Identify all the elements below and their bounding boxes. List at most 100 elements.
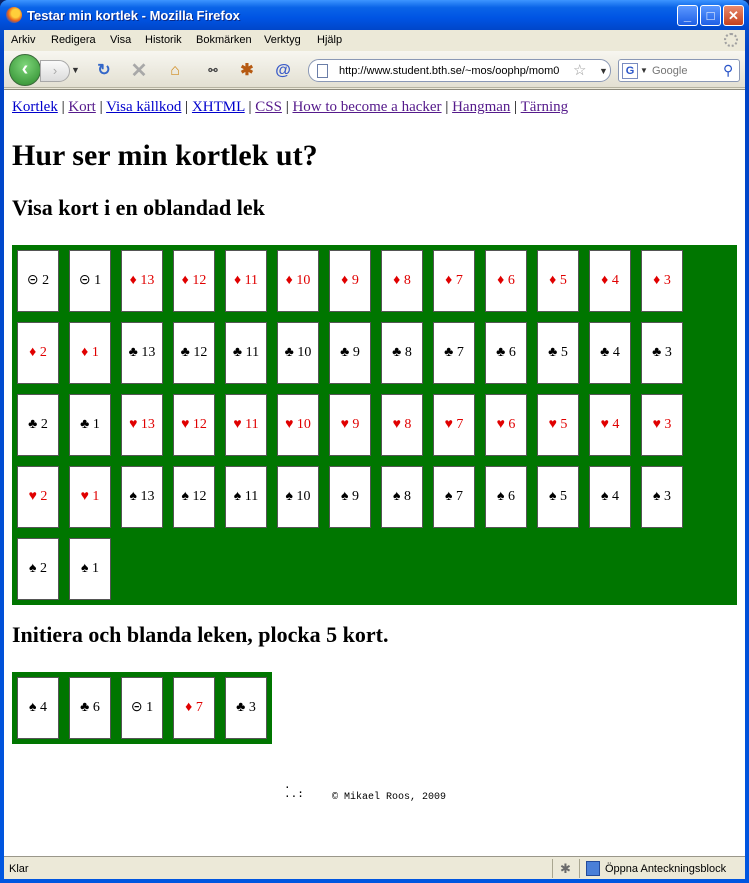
firebug-icon[interactable]: ✱ — [236, 60, 258, 82]
playing-card: ♠ 4 — [17, 677, 59, 739]
playing-card: ♠ 2 — [17, 538, 59, 600]
nav-link-kort[interactable]: Kort — [68, 99, 96, 115]
menu-historik[interactable]: Historik — [145, 34, 182, 46]
playing-card: ♣ 9 — [329, 322, 371, 384]
playing-card: ♥ 7 — [433, 394, 475, 456]
playing-card: ♠ 11 — [225, 466, 267, 528]
section-heading-unshuffled: Visa kort i en oblandad lek — [12, 195, 265, 220]
playing-card: ♣ 13 — [121, 322, 163, 384]
addon-swirl-icon[interactable]: @ — [272, 60, 294, 82]
playing-card: ⊝ 1 — [121, 677, 163, 739]
back-button[interactable]: ‹ — [9, 54, 41, 86]
nav-link-kortlek[interactable]: Kortlek — [12, 99, 58, 115]
firefox-icon — [6, 7, 22, 23]
playing-card: ♠ 10 — [277, 466, 319, 528]
firebug-status-icon[interactable]: ✱ — [560, 861, 571, 877]
nav-link-tärning[interactable]: Tärning — [521, 99, 568, 115]
playing-card: ♣ 4 — [589, 322, 631, 384]
playing-card: ♦ 13 — [121, 250, 163, 312]
playing-card: ♥ 3 — [641, 394, 683, 456]
notepad-icon[interactable] — [586, 861, 600, 876]
footer-logo: . ..: — [284, 778, 304, 800]
playing-card: ♣ 7 — [433, 322, 475, 384]
addon-tool-icon[interactable]: ⚯ — [202, 60, 224, 82]
playing-card: ♦ 6 — [485, 250, 527, 312]
playing-card: ♥ 9 — [329, 394, 371, 456]
dealt-hand: ♠ 4 ♣ 6 ⊝ 1 ♦ 7 ♣ 3 — [12, 672, 272, 744]
title-bar[interactable]: Testar min kortlek - Mozilla Firefox _ □… — [0, 0, 749, 30]
playing-card: ♥ 2 — [17, 466, 59, 528]
url-dropdown-icon[interactable]: ▼ — [599, 66, 608, 76]
bookmark-star-icon[interactable]: ☆ — [573, 61, 586, 79]
playing-card: ♦ 5 — [537, 250, 579, 312]
playing-card: ♣ 6 — [485, 322, 527, 384]
unshuffled-deck: ⊝ 2 ⊝ 1 ♦ 13 ♦ 12 ♦ 11 ♦ 10 ♦ 9 ♦ 8 ♦ 7 ♦ 6 ♦ 5 ♦ 4… — [12, 245, 737, 605]
playing-card: ♥ 13 — [121, 394, 163, 456]
playing-card: ♠ 7 — [433, 466, 475, 528]
playing-card: ♣ 8 — [381, 322, 423, 384]
playing-card: ⊝ 1 — [69, 250, 111, 312]
link-separator: | — [95, 99, 107, 115]
playing-card: ♥ 5 — [537, 394, 579, 456]
content-area: Kortlek | Kort | Visa källkod | XHTML | … — [4, 89, 745, 856]
status-bar: Klar ✱ Öppna Anteckningsblock — [4, 856, 745, 879]
playing-card: ♦ 8 — [381, 250, 423, 312]
nav-link-visa-källkod[interactable]: Visa källkod — [106, 99, 181, 115]
playing-card: ♠ 1 — [69, 538, 111, 600]
menu-visa[interactable]: Visa — [110, 34, 131, 46]
playing-card: ♣ 3 — [641, 322, 683, 384]
window-title: Testar min kortlek - Mozilla Firefox — [27, 8, 240, 23]
playing-card: ♣ 12 — [173, 322, 215, 384]
playing-card: ♠ 8 — [381, 466, 423, 528]
playing-card: ♦ 11 — [225, 250, 267, 312]
menu-bar: Arkiv Redigera Visa Historik Bokmärken V… — [4, 30, 745, 51]
menu-bokmarken[interactable]: Bokmärken — [196, 34, 252, 46]
playing-card: ♥ 11 — [225, 394, 267, 456]
playing-card: ♣ 3 — [225, 677, 267, 739]
playing-card: ♠ 4 — [589, 466, 631, 528]
status-divider — [552, 859, 553, 878]
browser-frame: Arkiv Redigera Visa Historik Bokmärken V… — [4, 30, 745, 879]
nav-link-hangman[interactable]: Hangman — [452, 99, 510, 115]
link-separator: | — [441, 99, 453, 115]
playing-card: ♣ 10 — [277, 322, 319, 384]
nav-link-how-to-become-a-hacker[interactable]: How to become a hacker — [292, 99, 441, 115]
playing-card: ♣ 11 — [225, 322, 267, 384]
link-separator: | — [244, 99, 256, 115]
playing-card: ♠ 9 — [329, 466, 371, 528]
notepad-label[interactable]: Öppna Anteckningsblock — [605, 863, 726, 875]
home-icon[interactable]: ⌂ — [164, 60, 186, 82]
maximize-button[interactable]: □ — [700, 5, 721, 26]
page-title: Hur ser min kortlek ut? — [12, 139, 318, 172]
nav-link-xhtml[interactable]: XHTML — [192, 99, 245, 115]
reload-icon[interactable]: ↻ — [93, 60, 115, 82]
section-heading-shuffled: Initiera och blanda leken, plocka 5 kort… — [12, 622, 389, 647]
google-icon[interactable]: G — [622, 63, 638, 79]
minimize-button[interactable]: _ — [677, 5, 698, 26]
playing-card: ♣ 2 — [17, 394, 59, 456]
status-divider — [579, 859, 580, 878]
playing-card: ♥ 4 — [589, 394, 631, 456]
link-separator: | — [510, 99, 521, 115]
menu-verktyg[interactable]: Verktyg — [264, 34, 301, 46]
playing-card: ♥ 8 — [381, 394, 423, 456]
nav-link-css[interactable]: CSS — [255, 99, 282, 115]
footer-copyright: © Mikael Roos, 2009 — [332, 792, 447, 803]
search-bar[interactable]: G ▼ ⚲ — [618, 59, 740, 82]
playing-card: ♦ 2 — [17, 322, 59, 384]
url-bar[interactable]: http://www.student.bth.se/~mos/oophp/mom… — [308, 59, 611, 82]
forward-button[interactable]: › — [40, 60, 70, 82]
url-input[interactable]: http://www.student.bth.se/~mos/oophp/mom… — [339, 65, 569, 77]
playing-card: ♦ 3 — [641, 250, 683, 312]
menu-redigera[interactable]: Redigera — [51, 34, 96, 46]
engine-dropdown-icon[interactable]: ▼ — [640, 66, 648, 75]
menu-hjalp[interactable]: Hjälp — [317, 34, 342, 46]
search-icon[interactable]: ⚲ — [723, 62, 733, 79]
playing-card: ♦ 4 — [589, 250, 631, 312]
menu-arkiv[interactable]: Arkiv — [11, 34, 35, 46]
search-input[interactable] — [652, 61, 720, 80]
close-button[interactable]: ✕ — [723, 5, 744, 26]
history-dropdown-icon[interactable]: ▼ — [71, 65, 80, 75]
stop-icon[interactable]: ✕ — [128, 60, 150, 82]
playing-card: ♥ 10 — [277, 394, 319, 456]
